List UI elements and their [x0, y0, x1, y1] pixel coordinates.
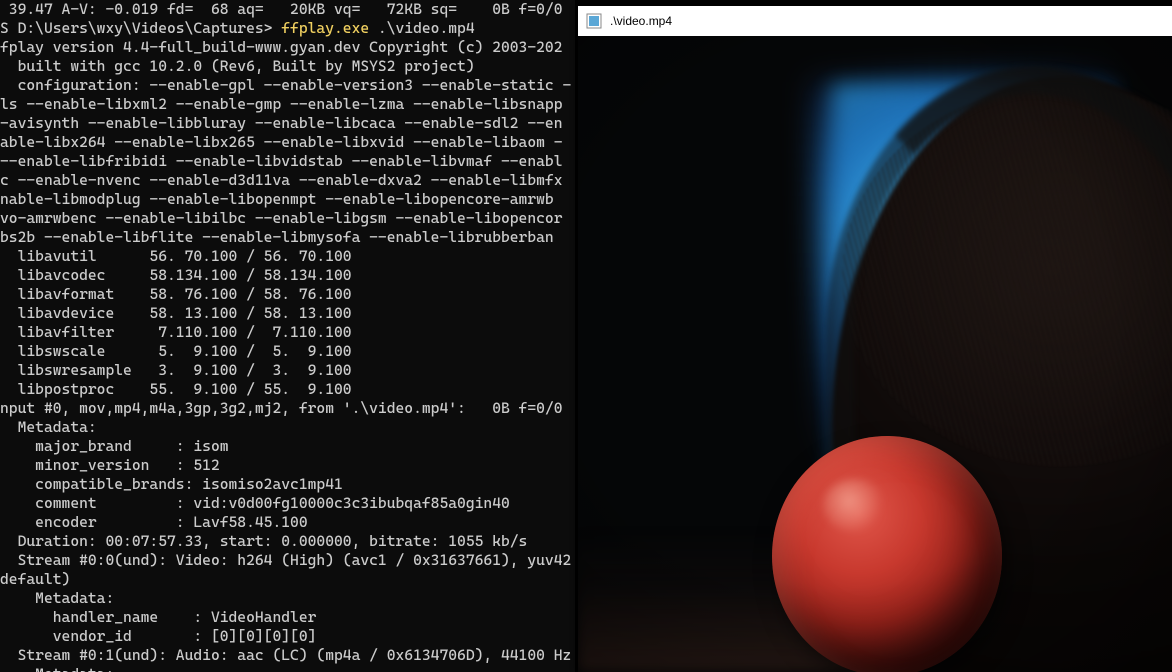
terminal-line: able-libx264 --enable-libx265 --enable-l…	[0, 133, 575, 152]
terminal-line: default)	[0, 570, 575, 589]
terminal-line: Metadata:	[0, 418, 575, 437]
terminal-line: configuration: --enable-gpl --enable-ver…	[0, 76, 575, 95]
terminal-line: --enable-libfribidi --enable-libvidstab …	[0, 152, 575, 171]
terminal-line: minor_version : 512	[0, 456, 575, 475]
terminal-line: 39.47 A-V: -0.019 fd= 68 aq= 20KB vq= 72…	[0, 0, 575, 19]
terminal-line: S D:\Users\wxy\Videos\Captures> ffplay.e…	[0, 19, 575, 38]
terminal-line: Stream #0:0(und): Video: h264 (High) (av…	[0, 551, 575, 570]
terminal-line: built with gcc 10.2.0 (Rev6, Built by MS…	[0, 57, 575, 76]
terminal-line: nput #0, mov,mp4,m4a,3gp,3g2,mj2, from '…	[0, 399, 575, 418]
app-icon	[586, 13, 602, 29]
terminal-line: Duration: 00:07:57.33, start: 0.000000, …	[0, 532, 575, 551]
terminal-line: libavformat 58. 76.100 / 58. 76.100	[0, 285, 575, 304]
terminal-line: handler_name : VideoHandler	[0, 608, 575, 627]
terminal-line: vo-amrwbenc --enable-libilbc --enable-li…	[0, 209, 575, 228]
terminal-line: libavdevice 58. 13.100 / 58. 13.100	[0, 304, 575, 323]
terminal-line: major_brand : isom	[0, 437, 575, 456]
terminal-line: ls --enable-libxml2 --enable-gmp --enabl…	[0, 95, 575, 114]
player-titlebar[interactable]: .\video.mp4	[578, 6, 1172, 36]
terminal-line: libavcodec 58.134.100 / 58.134.100	[0, 266, 575, 285]
terminal-line: c --enable-nvenc --enable-d3d11va --enab…	[0, 171, 575, 190]
terminal-line: Metadata:	[0, 589, 575, 608]
terminal-line: fplay version 4.4-full_build-www.gyan.de…	[0, 38, 575, 57]
terminal-line: comment : vid:v0d00fg10000c3c3ibubqaf85a…	[0, 494, 575, 513]
video-player-window[interactable]: .\video.mp4	[578, 6, 1172, 672]
terminal-line: libavfilter 7.110.100 / 7.110.100	[0, 323, 575, 342]
terminal-line: vendor_id : [0][0][0][0]	[0, 627, 575, 646]
terminal-output[interactable]: 39.47 A-V: -0.019 fd= 68 aq= 20KB vq= 72…	[0, 0, 575, 672]
terminal-line: nable-libmodplug --enable-libopenmpt --e…	[0, 190, 575, 209]
terminal-line: compatible_brands: isomiso2avc1mp41	[0, 475, 575, 494]
terminal-line: bs2b --enable-libflite --enable-libmysof…	[0, 228, 575, 247]
terminal-line: encoder : Lavf58.45.100	[0, 513, 575, 532]
terminal-line: libavutil 56. 70.100 / 56. 70.100	[0, 247, 575, 266]
command-highlight: ffplay.exe	[281, 19, 369, 37]
video-frame[interactable]	[578, 36, 1172, 672]
terminal-line: libswresample 3. 9.100 / 3. 9.100	[0, 361, 575, 380]
terminal-line: -avisynth --enable-libbluray --enable-li…	[0, 114, 575, 133]
player-title-text: .\video.mp4	[610, 14, 672, 28]
terminal-line: Metadata:	[0, 665, 575, 672]
terminal-line: libswscale 5. 9.100 / 5. 9.100	[0, 342, 575, 361]
terminal-line: libpostproc 55. 9.100 / 55. 9.100	[0, 380, 575, 399]
terminal-line: Stream #0:1(und): Audio: aac (LC) (mp4a …	[0, 646, 575, 665]
